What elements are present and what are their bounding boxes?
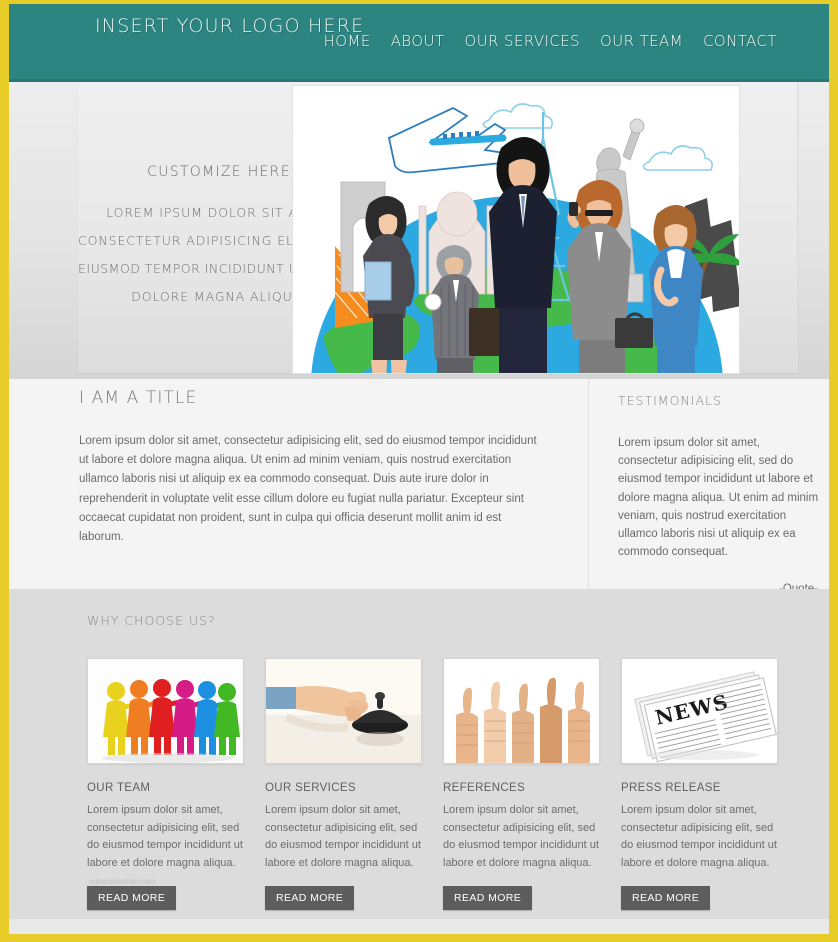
nav-item-home[interactable]: HOME bbox=[324, 32, 371, 50]
business-travel-globe-graphic bbox=[293, 86, 739, 373]
card-title-our-services: OUR SERVICES bbox=[265, 782, 356, 794]
press-thumbnail: NEWS bbox=[621, 658, 778, 764]
card-footer-our-team: aglassinastraw.com READ MORE bbox=[87, 877, 244, 910]
nav-item-about[interactable]: ABOUT bbox=[391, 32, 445, 50]
card-body-references: Lorem ipsum dolor sit amet, consectetur … bbox=[443, 804, 599, 869]
hand-service-bell-icon bbox=[266, 659, 421, 763]
features-section: WHY CHOOSE US? OUR TEAM Lorem ipsum dolo… bbox=[9, 589, 829, 919]
colorful-3d-people-icon bbox=[88, 659, 243, 763]
card-body-our-team: Lorem ipsum dolor sit amet, consectetur … bbox=[87, 804, 243, 869]
hero-banner: CUSTOMIZE HERE LOREM IPSUM DOLOR SIT AME… bbox=[9, 82, 829, 379]
feature-card-references: REFERENCES Lorem ipsum dolor sit amet, c… bbox=[443, 658, 600, 910]
page-title: I AM A TITLE bbox=[79, 388, 198, 408]
content-main-column: I AM A TITLE Lorem ipsum dolor sit amet,… bbox=[79, 379, 572, 589]
read-more-button-references[interactable]: READ MORE bbox=[443, 886, 533, 910]
main-navigation: HOME ABOUT OUR SERVICES OUR TEAM CONTACT bbox=[324, 32, 777, 50]
references-thumbnail bbox=[443, 658, 600, 764]
page-root: INSERT YOUR LOGO HERE HOME ABOUT OUR SER… bbox=[0, 0, 838, 942]
thumbs-up-hands-icon bbox=[444, 659, 599, 763]
nav-item-our-team[interactable]: OUR TEAM bbox=[600, 32, 683, 50]
card-footer-our-services: READ MORE bbox=[265, 886, 422, 910]
read-more-button-our-team[interactable]: READ MORE bbox=[87, 886, 177, 910]
read-more-button-press-release[interactable]: READ MORE bbox=[621, 886, 711, 910]
card-body-our-services: Lorem ipsum dolor sit amet, consectetur … bbox=[265, 804, 421, 869]
content-paragraph: Lorem ipsum dolor sit amet, consectetur … bbox=[79, 435, 537, 544]
read-more-button-our-services[interactable]: READ MORE bbox=[265, 886, 355, 910]
watermark-text: aglassinastraw.com bbox=[89, 877, 156, 886]
figure-central-man bbox=[489, 137, 557, 373]
figure-woman-blue bbox=[649, 205, 703, 373]
testimonials-title: TESTIMONIALS bbox=[618, 393, 722, 408]
services-thumbnail bbox=[265, 658, 422, 764]
card-title-references: REFERENCES bbox=[443, 782, 526, 794]
newspaper-icon: NEWS bbox=[622, 659, 777, 763]
testimonial-text: Lorem ipsum dolor sit amet, consectetur … bbox=[618, 437, 819, 559]
card-title-press-release: PRESS RELEASE bbox=[621, 782, 721, 794]
nav-item-our-services[interactable]: OUR SERVICES bbox=[464, 32, 580, 50]
features-heading: WHY CHOOSE US? bbox=[87, 613, 216, 628]
team-thumbnail bbox=[87, 658, 244, 764]
feature-card-press-release: NEWS PRESS RELEASE Lorem ipsum dolor sit… bbox=[621, 658, 778, 910]
nav-item-contact[interactable]: CONTACT bbox=[703, 32, 777, 50]
feature-card-our-team: OUR TEAM Lorem ipsum dolor sit amet, con… bbox=[87, 658, 244, 910]
hero-illustration bbox=[292, 85, 740, 374]
card-footer-press-release: READ MORE bbox=[621, 886, 778, 910]
content-section: I AM A TITLE Lorem ipsum dolor sit amet,… bbox=[9, 379, 829, 595]
card-title-our-team: OUR TEAM bbox=[87, 782, 151, 794]
card-body-press-release: Lorem ipsum dolor sit amet, consectetur … bbox=[621, 804, 777, 869]
feature-card-list: OUR TEAM Lorem ipsum dolor sit amet, con… bbox=[9, 658, 829, 910]
card-footer-references: READ MORE bbox=[443, 886, 600, 910]
feature-card-our-services: OUR SERVICES Lorem ipsum dolor sit amet,… bbox=[265, 658, 422, 910]
testimonials-column: TESTIMONIALS Lorem ipsum dolor sit amet,… bbox=[588, 379, 820, 595]
site-header: INSERT YOUR LOGO HERE HOME ABOUT OUR SER… bbox=[9, 4, 829, 82]
